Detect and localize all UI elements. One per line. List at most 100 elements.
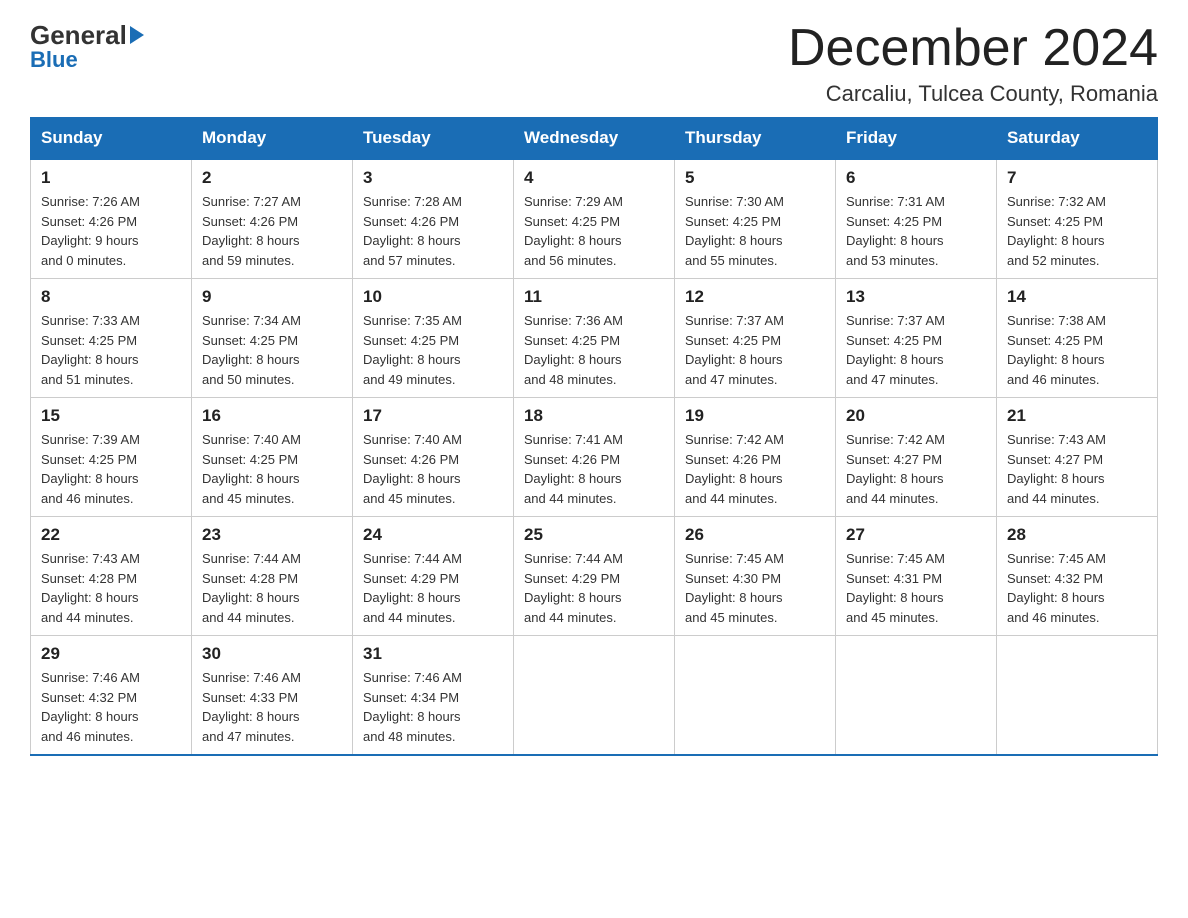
calendar-cell: 13 Sunrise: 7:37 AMSunset: 4:25 PMDayligh… [836,279,997,398]
day-info: Sunrise: 7:46 AMSunset: 4:32 PMDaylight:… [41,668,181,746]
day-number: 23 [202,525,342,545]
day-number: 1 [41,168,181,188]
day-number: 20 [846,406,986,426]
day-info: Sunrise: 7:40 AMSunset: 4:26 PMDaylight:… [363,430,503,508]
day-info: Sunrise: 7:43 AMSunset: 4:28 PMDaylight:… [41,549,181,627]
day-number: 14 [1007,287,1147,307]
calendar-week-1: 1 Sunrise: 7:26 AMSunset: 4:26 PMDaylight… [31,159,1158,279]
weekday-header-thursday: Thursday [675,118,836,160]
day-number: 22 [41,525,181,545]
day-info: Sunrise: 7:39 AMSunset: 4:25 PMDaylight:… [41,430,181,508]
calendar-cell: 11 Sunrise: 7:36 AMSunset: 4:25 PMDayligh… [514,279,675,398]
weekday-header-tuesday: Tuesday [353,118,514,160]
day-info: Sunrise: 7:41 AMSunset: 4:26 PMDaylight:… [524,430,664,508]
calendar-cell: 5 Sunrise: 7:30 AMSunset: 4:25 PMDaylight… [675,159,836,279]
calendar-week-5: 29 Sunrise: 7:46 AMSunset: 4:32 PMDayligh… [31,636,1158,756]
day-number: 6 [846,168,986,188]
day-info: Sunrise: 7:33 AMSunset: 4:25 PMDaylight:… [41,311,181,389]
calendar-cell: 15 Sunrise: 7:39 AMSunset: 4:25 PMDayligh… [31,398,192,517]
day-number: 17 [363,406,503,426]
calendar-cell [514,636,675,756]
day-number: 24 [363,525,503,545]
day-number: 15 [41,406,181,426]
day-number: 28 [1007,525,1147,545]
day-info: Sunrise: 7:32 AMSunset: 4:25 PMDaylight:… [1007,192,1147,270]
calendar-cell: 9 Sunrise: 7:34 AMSunset: 4:25 PMDaylight… [192,279,353,398]
calendar-cell [836,636,997,756]
calendar-cell: 21 Sunrise: 7:43 AMSunset: 4:27 PMDayligh… [997,398,1158,517]
calendar-cell: 18 Sunrise: 7:41 AMSunset: 4:26 PMDayligh… [514,398,675,517]
day-number: 9 [202,287,342,307]
calendar-cell: 12 Sunrise: 7:37 AMSunset: 4:25 PMDayligh… [675,279,836,398]
day-number: 31 [363,644,503,664]
calendar-cell: 31Sunrise: 7:46 AMSunset: 4:34 PMDayligh… [353,636,514,756]
day-info: Sunrise: 7:34 AMSunset: 4:25 PMDaylight:… [202,311,342,389]
day-number: 21 [1007,406,1147,426]
day-info: Sunrise: 7:35 AMSunset: 4:25 PMDaylight:… [363,311,503,389]
day-number: 19 [685,406,825,426]
day-info: Sunrise: 7:30 AMSunset: 4:25 PMDaylight:… [685,192,825,270]
calendar-cell: 26 Sunrise: 7:45 AMSunset: 4:30 PMDayligh… [675,517,836,636]
day-info: Sunrise: 7:45 AMSunset: 4:31 PMDaylight:… [846,549,986,627]
calendar-week-3: 15 Sunrise: 7:39 AMSunset: 4:25 PMDayligh… [31,398,1158,517]
calendar-cell: 1 Sunrise: 7:26 AMSunset: 4:26 PMDaylight… [31,159,192,279]
weekday-header-friday: Friday [836,118,997,160]
logo-blue-text: Blue [30,47,78,73]
calendar-week-4: 22 Sunrise: 7:43 AMSunset: 4:28 PMDayligh… [31,517,1158,636]
day-number: 11 [524,287,664,307]
calendar-cell: 2Sunrise: 7:27 AMSunset: 4:26 PMDaylight… [192,159,353,279]
day-info: Sunrise: 7:45 AMSunset: 4:30 PMDaylight:… [685,549,825,627]
day-number: 16 [202,406,342,426]
calendar-cell: 29 Sunrise: 7:46 AMSunset: 4:32 PMDayligh… [31,636,192,756]
location-title: Carcaliu, Tulcea County, Romania [788,81,1158,107]
calendar-cell: 17 Sunrise: 7:40 AMSunset: 4:26 PMDayligh… [353,398,514,517]
calendar-cell: 30Sunrise: 7:46 AMSunset: 4:33 PMDayligh… [192,636,353,756]
day-number: 8 [41,287,181,307]
day-number: 29 [41,644,181,664]
day-info: Sunrise: 7:43 AMSunset: 4:27 PMDaylight:… [1007,430,1147,508]
day-info: Sunrise: 7:26 AMSunset: 4:26 PMDaylight:… [41,192,181,270]
calendar-cell: 19 Sunrise: 7:42 AMSunset: 4:26 PMDayligh… [675,398,836,517]
day-info: Sunrise: 7:42 AMSunset: 4:26 PMDaylight:… [685,430,825,508]
day-info: Sunrise: 7:38 AMSunset: 4:25 PMDaylight:… [1007,311,1147,389]
day-number: 18 [524,406,664,426]
day-number: 26 [685,525,825,545]
day-number: 27 [846,525,986,545]
calendar-cell: 27 Sunrise: 7:45 AMSunset: 4:31 PMDayligh… [836,517,997,636]
day-number: 10 [363,287,503,307]
calendar-table: SundayMondayTuesdayWednesdayThursdayFrid… [30,117,1158,756]
day-info: Sunrise: 7:37 AMSunset: 4:25 PMDaylight:… [685,311,825,389]
day-info: Sunrise: 7:44 AMSunset: 4:28 PMDaylight:… [202,549,342,627]
day-number: 25 [524,525,664,545]
calendar-cell: 20 Sunrise: 7:42 AMSunset: 4:27 PMDayligh… [836,398,997,517]
page-header: General Blue December 2024 Carcaliu, Tul… [30,20,1158,107]
calendar-cell: 24 Sunrise: 7:44 AMSunset: 4:29 PMDayligh… [353,517,514,636]
day-number: 3 [363,168,503,188]
calendar-cell: 6 Sunrise: 7:31 AMSunset: 4:25 PMDaylight… [836,159,997,279]
day-info: Sunrise: 7:27 AMSunset: 4:26 PMDaylight:… [202,192,342,270]
day-info: Sunrise: 7:36 AMSunset: 4:25 PMDaylight:… [524,311,664,389]
calendar-cell: 28 Sunrise: 7:45 AMSunset: 4:32 PMDayligh… [997,517,1158,636]
day-number: 13 [846,287,986,307]
day-info: Sunrise: 7:40 AMSunset: 4:25 PMDaylight:… [202,430,342,508]
calendar-cell: 14 Sunrise: 7:38 AMSunset: 4:25 PMDayligh… [997,279,1158,398]
calendar-cell [997,636,1158,756]
day-info: Sunrise: 7:42 AMSunset: 4:27 PMDaylight:… [846,430,986,508]
day-number: 4 [524,168,664,188]
day-info: Sunrise: 7:29 AMSunset: 4:25 PMDaylight:… [524,192,664,270]
calendar-cell: 8 Sunrise: 7:33 AMSunset: 4:25 PMDaylight… [31,279,192,398]
calendar-cell: 16 Sunrise: 7:40 AMSunset: 4:25 PMDayligh… [192,398,353,517]
day-number: 12 [685,287,825,307]
calendar-cell: 25Sunrise: 7:44 AMSunset: 4:29 PMDayligh… [514,517,675,636]
day-info: Sunrise: 7:44 AMSunset: 4:29 PMDaylight:… [363,549,503,627]
day-number: 5 [685,168,825,188]
calendar-cell: 10 Sunrise: 7:35 AMSunset: 4:25 PMDayligh… [353,279,514,398]
calendar-cell: 22 Sunrise: 7:43 AMSunset: 4:28 PMDayligh… [31,517,192,636]
weekday-header-sunday: Sunday [31,118,192,160]
day-info: Sunrise: 7:37 AMSunset: 4:25 PMDaylight:… [846,311,986,389]
calendar-cell: 3Sunrise: 7:28 AMSunset: 4:26 PMDaylight… [353,159,514,279]
day-number: 30 [202,644,342,664]
day-info: Sunrise: 7:45 AMSunset: 4:32 PMDaylight:… [1007,549,1147,627]
day-info: Sunrise: 7:31 AMSunset: 4:25 PMDaylight:… [846,192,986,270]
weekday-header-wednesday: Wednesday [514,118,675,160]
